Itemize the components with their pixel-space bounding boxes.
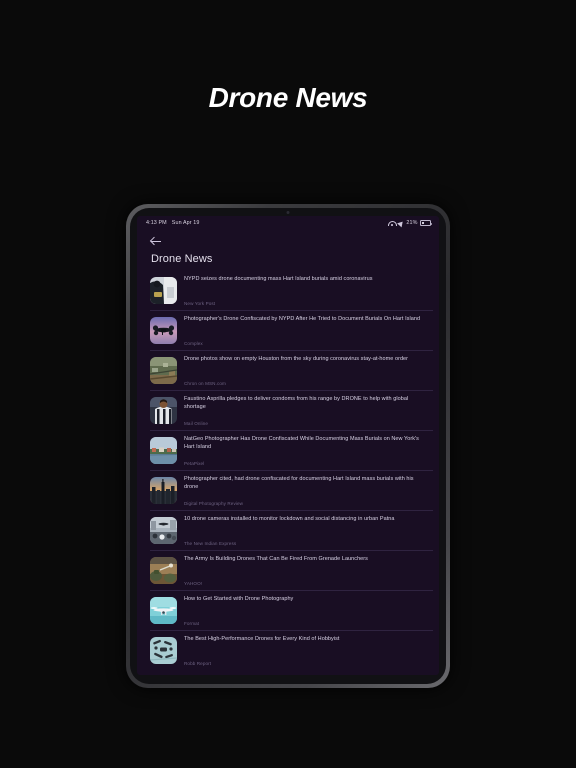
article-text: The Best High-Performance Drones for Eve…	[184, 636, 433, 666]
tablet-bezel: 4:13 PM Sun Apr 19 21% Drone News NYPD s…	[130, 208, 446, 684]
status-date: Sun Apr 19	[171, 220, 200, 226]
article-thumbnail	[150, 637, 177, 664]
article-title: Drone photos show on empty Houston from …	[184, 356, 409, 362]
article-thumbnail	[150, 517, 177, 544]
list-item[interactable]: NYPD seizes drone documenting mass Hart …	[150, 271, 433, 311]
article-text: NYPD seizes drone documenting mass Hart …	[184, 276, 433, 306]
article-source: New York Post	[184, 301, 216, 306]
list-item[interactable]: Drone photos show on empty Houston from …	[150, 351, 433, 391]
article-thumbnail	[150, 317, 177, 344]
article-title: 10 drone cameras installed to monitor lo…	[184, 516, 395, 522]
article-text: Photographer's Drone Confiscated by NYPD…	[184, 316, 433, 346]
article-source: Digital Photography Review	[184, 501, 244, 506]
status-bar-right: 21%	[388, 219, 432, 227]
article-source: YAHOO!	[184, 581, 203, 586]
article-thumbnail	[150, 557, 177, 584]
article-title: Photographer cited, had drone confiscate…	[184, 476, 414, 490]
article-source: Complex	[184, 341, 203, 346]
front-camera-icon	[286, 211, 290, 214]
article-source: Chron on MSN.com	[184, 381, 226, 386]
status-time: 4:13 PM	[146, 220, 167, 226]
article-thumbnail	[150, 437, 177, 464]
status-bar-left: 4:13 PM Sun Apr 19	[146, 220, 199, 226]
news-list[interactable]: NYPD seizes drone documenting mass Hart …	[137, 271, 439, 675]
article-thumbnail	[150, 277, 177, 304]
article-title: How to Get Started with Drone Photograph…	[184, 596, 294, 602]
back-arrow-icon[interactable]	[150, 235, 163, 248]
article-text: NatGeo Photographer Has Drone Confiscate…	[184, 436, 433, 466]
article-thumbnail	[150, 397, 177, 424]
article-text: Faustino Asprilla pledges to deliver con…	[184, 396, 433, 426]
tablet-device: 4:13 PM Sun Apr 19 21% Drone News NYPD s…	[126, 204, 450, 688]
battery-percent-label: 21%	[406, 220, 418, 226]
page-caption: Drone News	[208, 82, 368, 113]
list-item[interactable]: Photographer's Drone Confiscated by NYPD…	[150, 311, 433, 351]
article-source: Robb Report	[184, 661, 212, 666]
article-title: NatGeo Photographer Has Drone Confiscate…	[184, 436, 419, 450]
article-thumbnail	[150, 357, 177, 384]
list-item[interactable]: Photographer cited, had drone confiscate…	[150, 471, 433, 511]
list-item[interactable]: The Army Is Building Drones That Can Be …	[150, 551, 433, 591]
list-item[interactable]: NatGeo Photographer Has Drone Confiscate…	[150, 431, 433, 471]
article-thumbnail	[150, 597, 177, 624]
article-text: Drone photos show on empty Houston from …	[184, 356, 433, 386]
article-text: Photographer cited, had drone confiscate…	[184, 476, 433, 506]
back-button-row	[137, 233, 439, 248]
status-bar: 4:13 PM Sun Apr 19 21%	[137, 216, 439, 230]
article-title: The Army Is Building Drones That Can Be …	[184, 556, 368, 562]
article-source: The New Indian Express	[184, 541, 237, 546]
location-arrow-icon	[397, 219, 405, 227]
article-source: Mail Online	[184, 421, 209, 426]
tablet-screen: 4:13 PM Sun Apr 19 21% Drone News NYPD s…	[137, 216, 439, 675]
article-thumbnail	[150, 477, 177, 504]
list-item[interactable]: How to Get Started with Drone Photograph…	[150, 591, 433, 631]
page-title: Drone News	[151, 253, 213, 265]
wifi-icon	[388, 220, 398, 226]
article-title: NYPD seizes drone documenting mass Hart …	[184, 276, 373, 282]
list-item[interactable]: The Best High-Performance Drones for Eve…	[150, 631, 433, 670]
article-source: Format	[184, 621, 200, 626]
article-text: The Army Is Building Drones That Can Be …	[184, 556, 433, 586]
article-title: Photographer's Drone Confiscated by NYPD…	[184, 316, 421, 322]
app-bar: Drone News	[137, 230, 439, 271]
article-text: How to Get Started with Drone Photograph…	[184, 596, 433, 626]
list-item[interactable]: 10 drone cameras installed to monitor lo…	[150, 511, 433, 551]
article-source: PetaPixel	[184, 461, 205, 466]
article-title: The Best High-Performance Drones for Eve…	[184, 636, 340, 642]
screenshot-root: Drone News 4:13 PM Sun Apr 19 21% Drone …	[0, 0, 576, 768]
list-item[interactable]: Faustino Asprilla pledges to deliver con…	[150, 391, 433, 431]
battery-icon	[420, 220, 432, 226]
article-text: 10 drone cameras installed to monitor lo…	[184, 516, 433, 546]
article-title: Faustino Asprilla pledges to deliver con…	[184, 396, 409, 410]
